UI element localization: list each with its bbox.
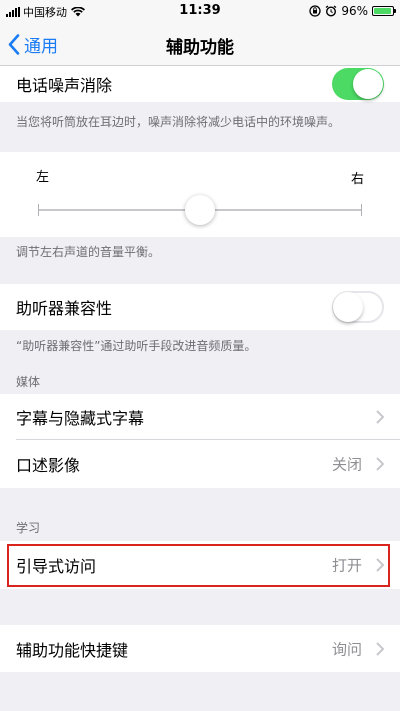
noise-cancel-row: 电话噪声消除 bbox=[0, 66, 400, 102]
toggle-knob bbox=[353, 69, 383, 99]
lock-rotation-icon bbox=[309, 5, 321, 17]
toggle-knob bbox=[333, 292, 363, 322]
hearing-aid-row: 助听器兼容性 bbox=[0, 284, 400, 330]
learning-section-header: 学习 bbox=[16, 521, 41, 535]
chevron-right-icon bbox=[376, 641, 384, 656]
audio-descriptions-label: 口述影像 bbox=[16, 456, 81, 475]
captions-label: 字幕与隐藏式字幕 bbox=[16, 409, 145, 428]
accessibility-shortcut-label: 辅助功能快捷键 bbox=[16, 640, 129, 660]
list-item-captions[interactable]: 字幕与隐藏式字幕 bbox=[0, 394, 400, 440]
list-item-accessibility-shortcut[interactable]: 辅助功能快捷键 询问 bbox=[0, 625, 400, 672]
hearing-aid-toggle[interactable] bbox=[332, 291, 384, 323]
noise-cancel-toggle[interactable] bbox=[332, 68, 384, 100]
hearing-aid-label: 助听器兼容性 bbox=[16, 299, 113, 318]
balance-right-label: 右 bbox=[350, 172, 364, 187]
chevron-right-icon bbox=[376, 457, 384, 471]
battery-icon bbox=[372, 6, 396, 16]
balance-left-tick bbox=[38, 204, 39, 216]
audio-descriptions-value: 关闭 bbox=[331, 455, 362, 474]
battery-fill bbox=[374, 8, 391, 14]
status-bar: 中国移动 11:39 96% bbox=[0, 0, 400, 22]
noise-cancel-footer: 当您将听筒放在耳边时，噪声消除将减少电话中的环境噪声。 bbox=[16, 115, 341, 129]
list-item-audio-descriptions[interactable]: 口述影像 关闭 bbox=[0, 440, 400, 488]
page-title: 辅助功能 bbox=[166, 38, 234, 58]
highlight-box bbox=[7, 544, 390, 587]
status-right: 96% bbox=[309, 4, 396, 18]
chevron-right-icon bbox=[376, 410, 384, 424]
hearing-aid-footer: “助听器兼容性”通过助听手段改进音频质量。 bbox=[16, 339, 257, 353]
media-section-header: 媒体 bbox=[16, 375, 41, 389]
accessibility-shortcut-value: 询问 bbox=[331, 640, 362, 658]
balance-footer: 调节左右声道的音量平衡。 bbox=[16, 245, 161, 259]
balance-slider-thumb[interactable] bbox=[185, 195, 215, 225]
navigation-bar: 通用 辅助功能 bbox=[0, 22, 400, 66]
balance-slider-block: 左 右 bbox=[0, 152, 400, 237]
balance-right-tick bbox=[361, 204, 362, 216]
battery-percent: 96% bbox=[341, 4, 368, 18]
alarm-icon bbox=[325, 5, 337, 17]
balance-left-label: 左 bbox=[36, 170, 50, 185]
noise-cancel-label: 电话噪声消除 bbox=[16, 76, 113, 95]
